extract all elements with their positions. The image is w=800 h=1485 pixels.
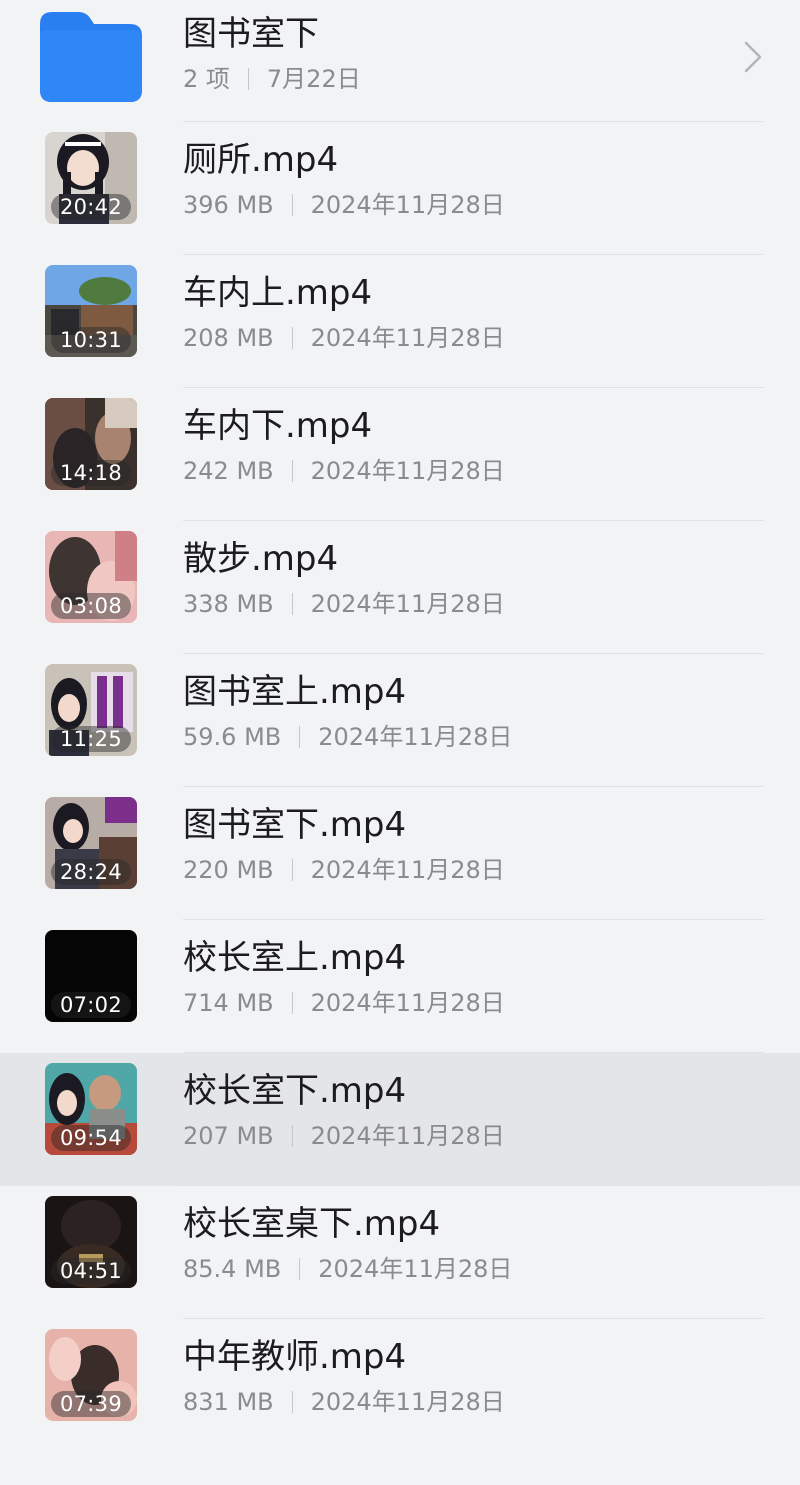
file-size: 714 MB [183, 989, 274, 1017]
file-date: 2024年11月28日 [318, 723, 513, 751]
file-name: 校长室桌下.mp4 [183, 1204, 441, 1244]
meta-separator [291, 593, 293, 615]
file-row[interactable]: 14:18 车内下.mp4 242 MB 2024年11月28日 [0, 388, 800, 521]
meta-separator [291, 992, 293, 1014]
file-name: 图书室下.mp4 [183, 805, 407, 845]
file-date: 2024年11月28日 [310, 989, 505, 1017]
duration-badge: 04:51 [51, 1258, 131, 1284]
file-date: 2024年11月28日 [310, 1388, 505, 1416]
file-name: 中年教师.mp4 [183, 1337, 407, 1377]
file-meta: 396 MB 2024年11月28日 [183, 190, 505, 220]
file-date: 2024年11月28日 [310, 324, 505, 352]
file-date: 2024年11月28日 [310, 590, 505, 618]
video-thumbnail: 03:08 [45, 531, 137, 623]
video-thumbnail: 09:54 [45, 1063, 137, 1155]
meta-separator [299, 726, 301, 748]
file-date: 2024年11月28日 [318, 1255, 513, 1283]
file-size: 208 MB [183, 324, 274, 352]
duration-badge: 11:25 [51, 726, 131, 752]
file-meta: 714 MB 2024年11月28日 [183, 988, 505, 1018]
folder-meta: 2 项 7月22日 [183, 64, 361, 94]
duration-badge: 28:24 [51, 859, 131, 885]
file-name: 校长室上.mp4 [183, 938, 407, 978]
folder-item-count: 2 项 [183, 65, 230, 93]
duration-badge: 07:39 [51, 1391, 131, 1417]
file-size: 831 MB [183, 1388, 274, 1416]
duration-badge: 09:54 [51, 1125, 131, 1151]
duration-badge: 10:31 [51, 327, 131, 353]
video-thumbnail: 07:02 [45, 930, 137, 1022]
duration-badge: 03:08 [51, 593, 131, 619]
file-size: 338 MB [183, 590, 274, 618]
file-size: 207 MB [183, 1122, 274, 1150]
video-thumbnail: 04:51 [45, 1196, 137, 1288]
file-meta: 59.6 MB 2024年11月28日 [183, 722, 512, 752]
folder-name: 图书室下 [183, 14, 319, 54]
file-meta: 85.4 MB 2024年11月28日 [183, 1254, 512, 1284]
file-size: 220 MB [183, 856, 274, 884]
meta-separator [291, 859, 293, 881]
meta-separator [299, 1258, 301, 1280]
file-row[interactable]: 03:08 散步.mp4 338 MB 2024年11月28日 [0, 521, 800, 654]
video-thumbnail: 11:25 [45, 664, 137, 756]
duration-badge: 14:18 [51, 460, 131, 486]
meta-separator [291, 460, 293, 482]
meta-separator [291, 1125, 293, 1147]
file-size: 85.4 MB [183, 1255, 282, 1283]
meta-separator [291, 327, 293, 349]
file-row[interactable]: 04:51 校长室桌下.mp4 85.4 MB 2024年11月28日 [0, 1186, 800, 1319]
video-thumbnail: 10:31 [45, 265, 137, 357]
file-row[interactable]: 10:31 车内上.mp4 208 MB 2024年11月28日 [0, 255, 800, 388]
video-thumbnail: 14:18 [45, 398, 137, 490]
file-row[interactable]: 28:24 图书室下.mp4 220 MB 2024年11月28日 [0, 787, 800, 920]
file-row[interactable]: 07:39 中年教师.mp4 831 MB 2024年11月28日 [0, 1319, 800, 1452]
file-row-selected[interactable]: 09:54 校长室下.mp4 207 MB 2024年11月28日 [0, 1053, 800, 1186]
video-thumbnail: 20:42 [45, 132, 137, 224]
file-size: 59.6 MB [183, 723, 282, 751]
file-meta: 208 MB 2024年11月28日 [183, 323, 505, 353]
meta-separator [291, 1391, 293, 1413]
file-row[interactable]: 11:25 图书室上.mp4 59.6 MB 2024年11月28日 [0, 654, 800, 787]
file-name: 校长室下.mp4 [183, 1071, 407, 1111]
file-date: 2024年11月28日 [310, 457, 505, 485]
file-meta: 220 MB 2024年11月28日 [183, 855, 505, 885]
video-thumbnail: 07:39 [45, 1329, 137, 1421]
chevron-right-icon [744, 41, 762, 73]
file-size: 396 MB [183, 191, 274, 219]
file-row[interactable]: 07:02 校长室上.mp4 714 MB 2024年11月28日 [0, 920, 800, 1053]
file-size: 242 MB [183, 457, 274, 485]
file-date: 2024年11月28日 [310, 856, 505, 884]
folder-date: 7月22日 [266, 65, 361, 93]
duration-badge: 07:02 [51, 992, 131, 1018]
file-name: 厕所.mp4 [183, 140, 339, 180]
file-name: 散步.mp4 [183, 539, 339, 579]
file-name: 车内下.mp4 [183, 406, 373, 446]
file-date: 2024年11月28日 [310, 191, 505, 219]
file-row[interactable]: 20:42 厕所.mp4 396 MB 2024年11月28日 [0, 122, 800, 255]
file-meta: 338 MB 2024年11月28日 [183, 589, 505, 619]
duration-badge: 20:42 [51, 194, 131, 220]
file-meta: 831 MB 2024年11月28日 [183, 1387, 505, 1417]
meta-separator [247, 68, 249, 90]
file-meta: 207 MB 2024年11月28日 [183, 1121, 505, 1151]
file-list: 图书室下 2 项 7月22日 20:42 厕所.mp4 396 MB 2024年… [0, 0, 800, 1452]
meta-separator [291, 194, 293, 216]
video-thumbnail: 28:24 [45, 797, 137, 889]
folder-row[interactable]: 图书室下 2 项 7月22日 [0, 0, 800, 122]
file-date: 2024年11月28日 [310, 1122, 505, 1150]
folder-icon [40, 12, 142, 102]
file-name: 图书室上.mp4 [183, 672, 407, 712]
file-meta: 242 MB 2024年11月28日 [183, 456, 505, 486]
file-name: 车内上.mp4 [183, 273, 373, 313]
